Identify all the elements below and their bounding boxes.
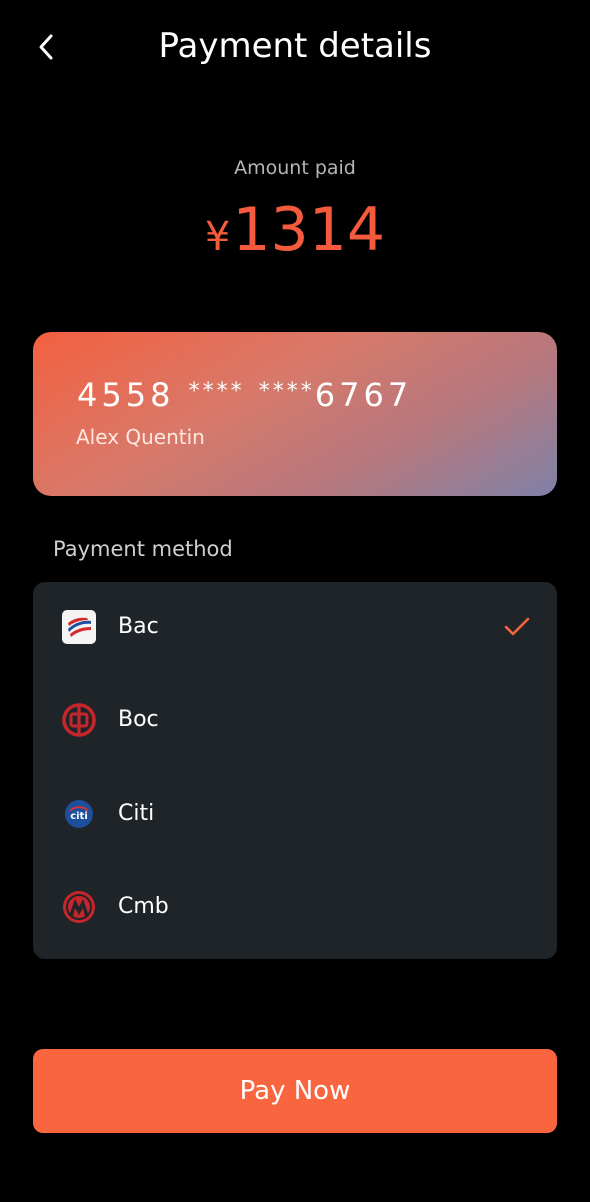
payment-method-name: Citi — [118, 801, 155, 826]
payment-method-item-boc[interactable]: Boc — [33, 675, 557, 768]
checkmark-icon — [504, 617, 530, 636]
citi-logo-icon: citi — [65, 800, 93, 828]
amount-display: ¥1314 — [0, 192, 590, 283]
currency-symbol: ¥ — [204, 214, 231, 260]
bank-of-china-logo-icon — [62, 703, 96, 737]
payment-method-item-citi[interactable]: citi Citi — [33, 769, 557, 862]
payment-method-name: Cmb — [118, 894, 169, 919]
svg-text:citi: citi — [70, 811, 88, 822]
payment-method-name: Bac — [118, 614, 159, 639]
payment-method-item-cmb[interactable]: Cmb — [33, 862, 557, 955]
header: Payment details — [0, 0, 590, 94]
payment-method-label: Payment method — [53, 537, 233, 561]
amount-value: 1314 — [232, 195, 386, 265]
amount-label: Amount paid — [234, 157, 356, 179]
bank-of-america-logo-icon — [62, 610, 96, 644]
card-number-suffix: 6767 — [314, 376, 413, 414]
payment-method-list: Bac Boc citi Citi Cmb — [33, 582, 557, 959]
payment-method-item-bac[interactable]: Bac — [33, 582, 557, 675]
card-number: 4558 **** ****6767 — [77, 372, 412, 415]
payment-method-name: Boc — [118, 707, 159, 732]
pay-now-button[interactable]: Pay Now — [33, 1049, 557, 1133]
page-title: Payment details — [158, 26, 432, 66]
card-number-prefix: 4558 — [77, 376, 175, 414]
card-number-mask-2: **** — [258, 379, 315, 404]
bank-card[interactable]: 4558 **** ****6767 Alex Quentin — [33, 332, 557, 496]
card-holder-name: Alex Quentin — [76, 425, 205, 449]
china-merchants-bank-logo-icon — [63, 891, 95, 923]
card-number-mask-1: **** — [188, 379, 245, 404]
